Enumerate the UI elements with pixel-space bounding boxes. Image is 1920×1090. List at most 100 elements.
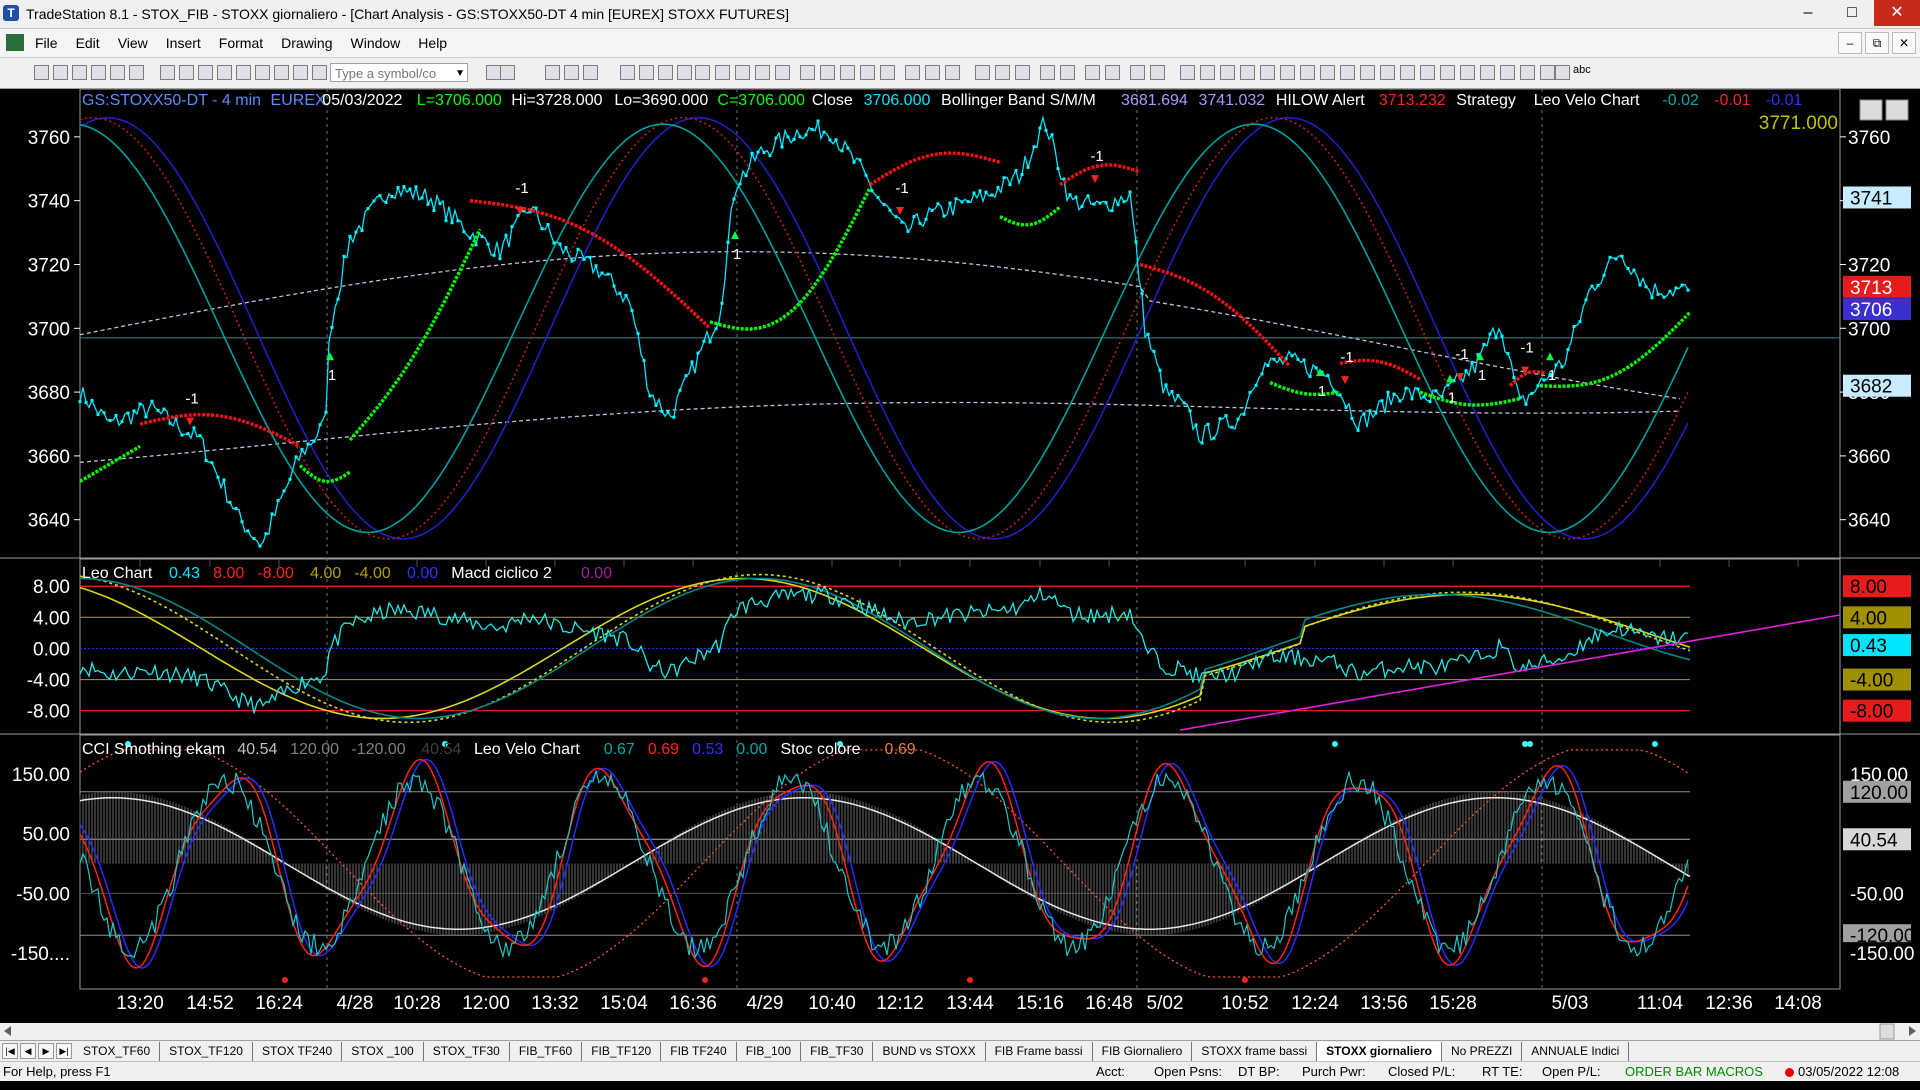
zoom-out-icon[interactable] — [820, 65, 835, 80]
tab-fib-frame-bassi[interactable]: FIB Frame bassi — [985, 1042, 1093, 1061]
tab-stoxx-frame-bassi[interactable]: STOXX frame bassi — [1192, 1042, 1318, 1061]
shape20-icon[interactable] — [1555, 65, 1570, 80]
print-icon[interactable] — [91, 65, 106, 80]
tab-stox-tf60[interactable]: STOX_TF60 — [74, 1042, 161, 1061]
tradestation-app-icon[interactable]: T — [3, 5, 19, 21]
shape10-icon[interactable] — [1360, 65, 1375, 80]
doc-close-button[interactable]: ✕ — [1892, 32, 1916, 54]
tab-stox-tf30[interactable]: STOX_TF30 — [423, 1042, 510, 1061]
open-icon[interactable] — [53, 65, 68, 80]
shape5-icon[interactable] — [1260, 65, 1275, 80]
arc-icon[interactable] — [1105, 65, 1120, 80]
shape11-icon[interactable] — [1380, 65, 1395, 80]
tab-fib-tf120[interactable]: FIB_TF120 — [582, 1042, 662, 1061]
shape4-icon[interactable] — [1240, 65, 1255, 80]
cross-icon[interactable] — [860, 65, 875, 80]
text-icon[interactable] — [1130, 65, 1145, 80]
shape17-icon[interactable] — [1500, 65, 1515, 80]
symbol-dropdown-icon[interactable]: ▼ — [455, 64, 465, 83]
vline-icon[interactable] — [1015, 65, 1030, 80]
shape2-icon[interactable] — [1200, 65, 1215, 80]
find-icon[interactable] — [500, 65, 515, 80]
news-icon[interactable] — [312, 65, 327, 80]
arrow-icon[interactable] — [1085, 65, 1100, 80]
menu-drawing[interactable]: Drawing — [272, 34, 341, 52]
menu-help[interactable]: Help — [409, 34, 456, 52]
scan9-icon[interactable] — [775, 65, 790, 80]
tab-bund-vs-stoxx[interactable]: BUND vs STOXX — [873, 1042, 986, 1061]
insert-icon[interactable] — [236, 65, 251, 80]
undo-icon[interactable] — [179, 65, 194, 80]
shape8-icon[interactable] — [1320, 65, 1335, 80]
tab-stox-tf120[interactable]: STOX_TF120 — [160, 1042, 253, 1061]
chart-icon[interactable] — [274, 65, 289, 80]
shape6-icon[interactable] — [1280, 65, 1295, 80]
tab-stoxx-giornaliero[interactable]: STOXX giornaliero — [1317, 1042, 1442, 1061]
fib-icon[interactable] — [1040, 65, 1055, 80]
menu-edit[interactable]: Edit — [67, 34, 109, 52]
window2-icon[interactable] — [564, 65, 579, 80]
hline-icon[interactable] — [995, 65, 1010, 80]
cut-icon[interactable] — [110, 65, 125, 80]
save-icon[interactable] — [72, 65, 87, 80]
tab-first-icon[interactable]: |◀ — [2, 1043, 18, 1059]
shape18-icon[interactable] — [1520, 65, 1535, 80]
shape16-icon[interactable] — [1480, 65, 1495, 80]
tab-annuale-indici[interactable]: ANNUALE Indici — [1522, 1042, 1630, 1061]
tab-fib-100[interactable]: FIB_100 — [736, 1042, 802, 1061]
quote-icon[interactable] — [293, 65, 308, 80]
scan6-icon[interactable] — [715, 65, 730, 80]
window3-icon[interactable] — [583, 65, 598, 80]
menu-format[interactable]: Format — [210, 34, 272, 52]
scan2-icon[interactable] — [639, 65, 654, 80]
menu-view[interactable]: View — [109, 34, 157, 52]
scan8-icon[interactable] — [755, 65, 770, 80]
shape15-icon[interactable] — [1460, 65, 1475, 80]
shape1-icon[interactable] — [1180, 65, 1195, 80]
tab-fib-tf30[interactable]: FIB_TF30 — [801, 1042, 874, 1061]
copy-icon[interactable] — [129, 65, 144, 80]
channel-icon[interactable] — [1060, 65, 1075, 80]
text-tool-button[interactable]: abc — [1573, 64, 1591, 76]
tile-icon[interactable] — [925, 65, 940, 80]
tab-stox-100[interactable]: STOX _100 — [342, 1042, 424, 1061]
chart-canvas[interactable]: 13:20 14:52 16:24 4/28 10:28 12:00 13:32 15:04 1… — [0, 88, 1920, 1040]
zoom-in-icon[interactable] — [800, 65, 815, 80]
tab-fib-tf240[interactable]: FIB TF240 — [661, 1042, 737, 1061]
alert-icon[interactable] — [905, 65, 920, 80]
window1-icon[interactable] — [545, 65, 560, 80]
tab-last-icon[interactable]: ▶| — [56, 1043, 72, 1059]
menu-file[interactable]: File — [26, 34, 67, 52]
shape9-icon[interactable] — [1340, 65, 1355, 80]
tab-prev-icon[interactable]: ◀ — [20, 1043, 36, 1059]
scan7-icon[interactable] — [735, 65, 750, 80]
scan1-icon[interactable] — [620, 65, 635, 80]
scan5-icon[interactable] — [695, 65, 710, 80]
format-icon[interactable] — [255, 65, 270, 80]
pointer-icon[interactable] — [840, 65, 855, 80]
shape12-icon[interactable] — [1400, 65, 1415, 80]
chart-analysis-window[interactable]: 13:20 14:52 16:24 4/28 10:28 12:00 13:32 15:04 1… — [0, 88, 1920, 1090]
shape14-icon[interactable] — [1440, 65, 1455, 80]
tab-fib-giornaliero[interactable]: FIB Giornaliero — [1092, 1042, 1193, 1061]
line-icon[interactable] — [975, 65, 990, 80]
symbol-input[interactable]: Type a symbol/co ▼ — [330, 63, 468, 82]
shape3-icon[interactable] — [1220, 65, 1235, 80]
tab-fib-tf60[interactable]: FIB_TF60 — [509, 1042, 583, 1061]
minimize-button[interactable]: – — [1786, 0, 1830, 26]
scan4-icon[interactable] — [677, 65, 692, 80]
chart-window-icon[interactable] — [6, 34, 24, 51]
tab-no-prezzi[interactable]: No PREZZI — [1441, 1042, 1523, 1061]
close-button[interactable]: ✕ — [1874, 0, 1920, 26]
redo-icon[interactable] — [198, 65, 213, 80]
menu-window[interactable]: Window — [342, 34, 410, 52]
order-bar-macros[interactable]: ORDER BAR MACROS — [1625, 1062, 1763, 1081]
scan3-icon[interactable] — [658, 65, 673, 80]
tab-next-icon[interactable]: ▶ — [38, 1043, 54, 1059]
maximize-button[interactable]: □ — [1830, 0, 1874, 26]
cascade-icon[interactable] — [945, 65, 960, 80]
go-icon[interactable] — [486, 65, 501, 80]
hammer-icon[interactable] — [880, 65, 895, 80]
refresh-icon[interactable] — [217, 65, 232, 80]
menu-insert[interactable]: Insert — [157, 34, 210, 52]
